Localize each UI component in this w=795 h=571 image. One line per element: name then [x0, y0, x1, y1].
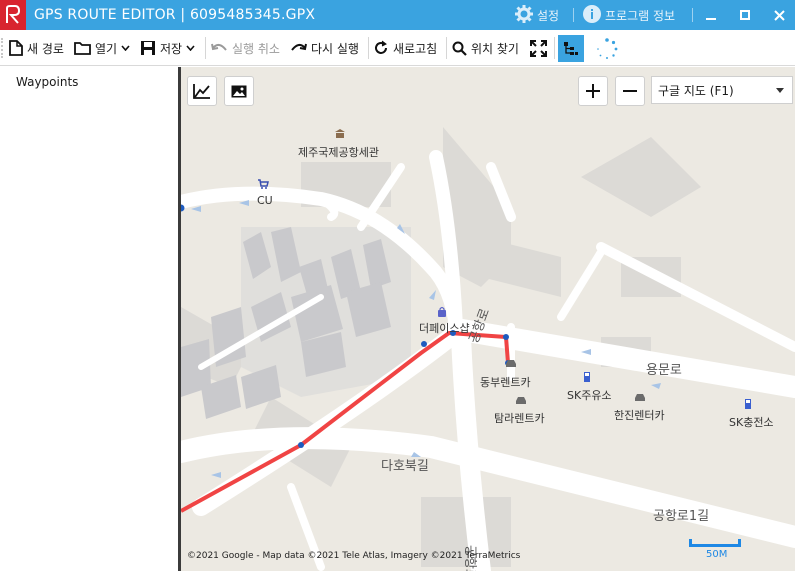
minimize-button[interactable] [694, 0, 728, 30]
car-rental-icon [504, 356, 518, 370]
window-title: GPS ROUTE EDITOR | 6095485345.GPX [34, 7, 316, 23]
undo-button[interactable]: 실행 취소 [211, 36, 280, 60]
waypoints-title: Waypoints [16, 75, 79, 89]
waypoints-panel: Waypoints [0, 67, 178, 571]
dahobuk-road-label: 다호북길 [381, 459, 429, 474]
undo-label: 실행 취소 [232, 41, 280, 56]
map-type-select[interactable]: 구글 지도 (F1) [651, 76, 793, 104]
dongbu-label: 동부렌트카 [480, 376, 531, 389]
tree-icon [564, 41, 578, 55]
scale-bar [689, 539, 741, 547]
refresh-label: 새로고침 [393, 41, 438, 56]
find-location-button[interactable]: 위치 찾기 [452, 36, 519, 60]
chevron-down-icon [121, 45, 130, 51]
gas-station-icon [742, 397, 756, 411]
settings-button[interactable]: 설정 [515, 4, 559, 26]
open-button[interactable]: 열기 [74, 36, 130, 60]
customs-label: 제주국제공항세관 [298, 146, 379, 159]
gear-icon [515, 4, 533, 26]
program-info-button[interactable]: 프로그램 정보 [583, 4, 675, 26]
save-button[interactable]: 저장 [140, 36, 195, 60]
toolbar-separator [446, 37, 447, 59]
program-info-label: 프로그램 정보 [605, 8, 676, 23]
government-poi-icon [333, 127, 347, 141]
car-rental-icon [633, 390, 647, 404]
maximize-icon [740, 10, 750, 20]
tamra-label: 탐라렌트카 [494, 412, 545, 425]
gonghang1-road-label: 공항로1길 [653, 509, 710, 524]
map-attribution: ©2021 Google - Map data ©2021 Tele Atlas… [187, 551, 521, 561]
cu-label: CU [257, 194, 273, 207]
zoom-in-button[interactable] [578, 76, 608, 106]
info-icon [583, 4, 601, 26]
dropdown-arrow-icon [776, 88, 784, 93]
find-location-label: 위치 찾기 [471, 41, 519, 56]
shopping-cart-icon [256, 177, 270, 191]
image-icon [231, 85, 247, 97]
redo-icon [291, 43, 307, 51]
redo-label: 다시 실행 [311, 41, 359, 56]
toolbar-grip [1, 38, 3, 58]
refresh-button[interactable]: 새로고침 [373, 36, 437, 60]
map-type-value: 구글 지도 (F1) [658, 83, 734, 98]
new-route-label: 새 경로 [27, 41, 64, 56]
title-separator [692, 8, 693, 22]
expand-icon [530, 39, 547, 57]
zoom-out-button[interactable] [615, 76, 645, 106]
main-toolbar: 새 경로 열기 저장 실행 취소 다시 실행 새로고침 위치 찾기 [0, 30, 795, 66]
scale-label: 50M [706, 549, 728, 560]
maximize-button[interactable] [728, 0, 762, 30]
hanjin-label: 한진렌터카 [614, 409, 665, 422]
new-file-icon [9, 40, 23, 56]
shopping-bag-icon [435, 305, 449, 319]
map-view[interactable]: 구글 지도 (F1) 제주국제공항세관 CU 더페이스샵 동부렌트카 SK주유소… [178, 67, 795, 571]
refresh-icon [375, 40, 387, 54]
folder-icon [74, 42, 91, 55]
undo-icon [211, 43, 227, 51]
save-label: 저장 [160, 41, 183, 56]
redo-button[interactable]: 다시 실행 [290, 36, 359, 60]
theplace-label: 더페이스샵 [419, 322, 470, 335]
open-label: 열기 [95, 41, 118, 56]
app-logo-icon [0, 0, 26, 30]
minus-icon [623, 90, 637, 92]
elevation-chart-button[interactable] [187, 76, 217, 106]
chevron-down-icon [186, 45, 195, 51]
toolbar-separator [368, 37, 369, 59]
minimize-icon [706, 18, 716, 20]
image-export-button[interactable] [224, 76, 254, 106]
tree-view-toggle[interactable] [558, 35, 584, 62]
chart-line-icon [193, 84, 210, 99]
fit-to-screen-button[interactable] [530, 36, 547, 60]
toolbar-separator [554, 37, 555, 59]
car-rental-icon [514, 393, 528, 407]
save-icon [141, 41, 155, 55]
sk-charge-label: SK충전소 [729, 416, 774, 429]
new-route-button[interactable]: 새 경로 [9, 36, 64, 60]
toolbar-separator [205, 37, 206, 59]
close-icon [773, 9, 785, 21]
sk-gas-label: SK주유소 [567, 389, 612, 402]
plus-icon [586, 84, 600, 98]
search-icon [452, 41, 467, 56]
gas-station-icon [581, 370, 595, 384]
title-separator [573, 8, 574, 22]
settings-label: 설정 [537, 8, 560, 23]
loading-spinner-icon [597, 38, 618, 59]
close-button[interactable] [762, 0, 795, 30]
title-bar: GPS ROUTE EDITOR | 6095485345.GPX 설정 프로그… [0, 0, 795, 30]
yongmun-road-label: 용문로 [646, 363, 682, 378]
